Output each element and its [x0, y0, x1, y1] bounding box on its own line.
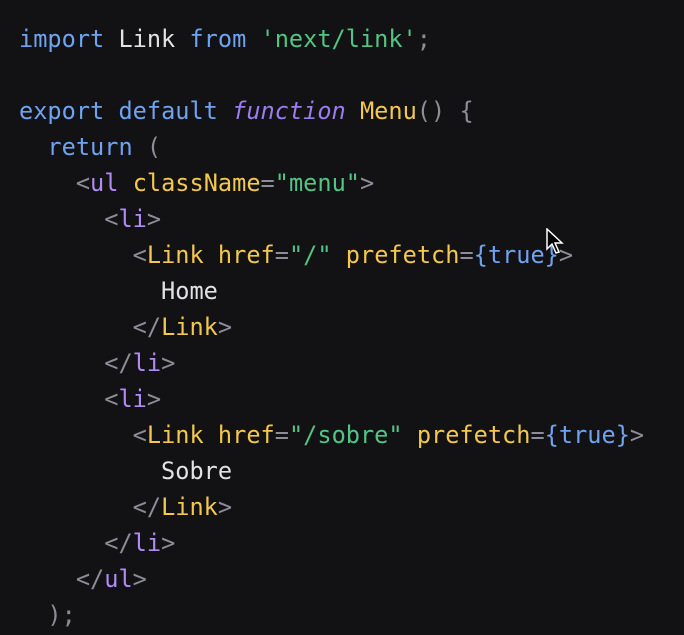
code-token: <	[104, 205, 119, 233]
code-token: function	[232, 97, 346, 125]
code-line: import Link from 'next/link';	[19, 21, 644, 57]
code-token: ;	[416, 25, 431, 53]
code-token: return	[47, 133, 133, 161]
code-token: <	[132, 421, 147, 449]
code-token: ()	[416, 97, 446, 125]
code-line: </li>	[19, 345, 644, 381]
code-line: <Link href="/sobre" prefetch={true}>	[19, 417, 644, 453]
code-token: Link	[161, 493, 218, 521]
code-token: Link	[104, 25, 190, 53]
code-token: =	[530, 421, 545, 449]
code-token: href	[217, 421, 275, 449]
code-token: export	[19, 97, 105, 125]
code-token: </	[104, 529, 133, 557]
code-token: </	[132, 313, 162, 341]
code-token: >	[217, 493, 233, 521]
code-line: return (	[19, 129, 644, 165]
mouse-pointer-icon	[546, 228, 564, 254]
code-token: Home	[19, 277, 218, 305]
code-line: Sobre	[19, 453, 644, 489]
code-token: </	[104, 349, 133, 377]
code-token: Sobre	[19, 457, 233, 485]
code-token: {	[459, 97, 474, 125]
code-line: <ul className="menu">	[19, 165, 644, 201]
code-token: className	[132, 169, 261, 197]
code-token: li	[132, 349, 162, 377]
code-token: >	[217, 313, 233, 341]
code-token: href	[217, 241, 275, 269]
code-token: from	[189, 25, 247, 53]
code-token: li	[132, 529, 162, 557]
code-line: </li>	[19, 525, 644, 561]
code-editor[interactable]: import Link from 'next/link'; export def…	[19, 21, 644, 633]
code-token: li	[118, 205, 147, 233]
code-line: </Link>	[19, 309, 644, 345]
code-token: <	[132, 241, 147, 269]
code-token: );	[47, 601, 76, 629]
code-token: "menu"	[274, 169, 360, 197]
code-token: >	[132, 565, 147, 593]
code-line: export default function Menu() {	[19, 93, 644, 129]
code-token: </	[132, 493, 162, 521]
code-token: </	[75, 565, 105, 593]
code-token: Link	[146, 241, 204, 269]
code-token: >	[146, 385, 162, 413]
code-token: ul	[90, 169, 119, 197]
code-token: =	[260, 169, 275, 197]
code-line: );	[19, 597, 644, 633]
code-token: =	[274, 421, 289, 449]
code-token: prefetch	[416, 421, 531, 449]
code-token: "/sobre"	[288, 421, 403, 449]
code-token: ul	[104, 565, 133, 593]
code-token: {true}	[544, 421, 630, 449]
code-token: (	[146, 133, 162, 161]
code-token: =	[459, 241, 474, 269]
code-token: Link	[161, 313, 218, 341]
code-line: </Link>	[19, 489, 644, 525]
code-token: "/"	[288, 241, 332, 269]
code-token: import	[19, 25, 105, 53]
code-token: >	[629, 421, 645, 449]
code-token: >	[161, 529, 176, 557]
code-token: >	[146, 205, 162, 233]
code-line: Home	[19, 273, 644, 309]
code-token: prefetch	[345, 241, 460, 269]
code-token: =	[274, 241, 289, 269]
code-token: Link	[146, 421, 204, 449]
code-token: 'next/link'	[260, 25, 417, 53]
code-token: li	[118, 385, 147, 413]
code-token: <	[75, 169, 91, 197]
code-line: <li>	[19, 381, 644, 417]
code-token: default	[118, 97, 218, 125]
code-token: >	[161, 349, 176, 377]
code-token: >	[359, 169, 375, 197]
code-line: </ul>	[19, 561, 644, 597]
code-token: Menu	[359, 97, 417, 125]
code-token: <	[104, 385, 119, 413]
